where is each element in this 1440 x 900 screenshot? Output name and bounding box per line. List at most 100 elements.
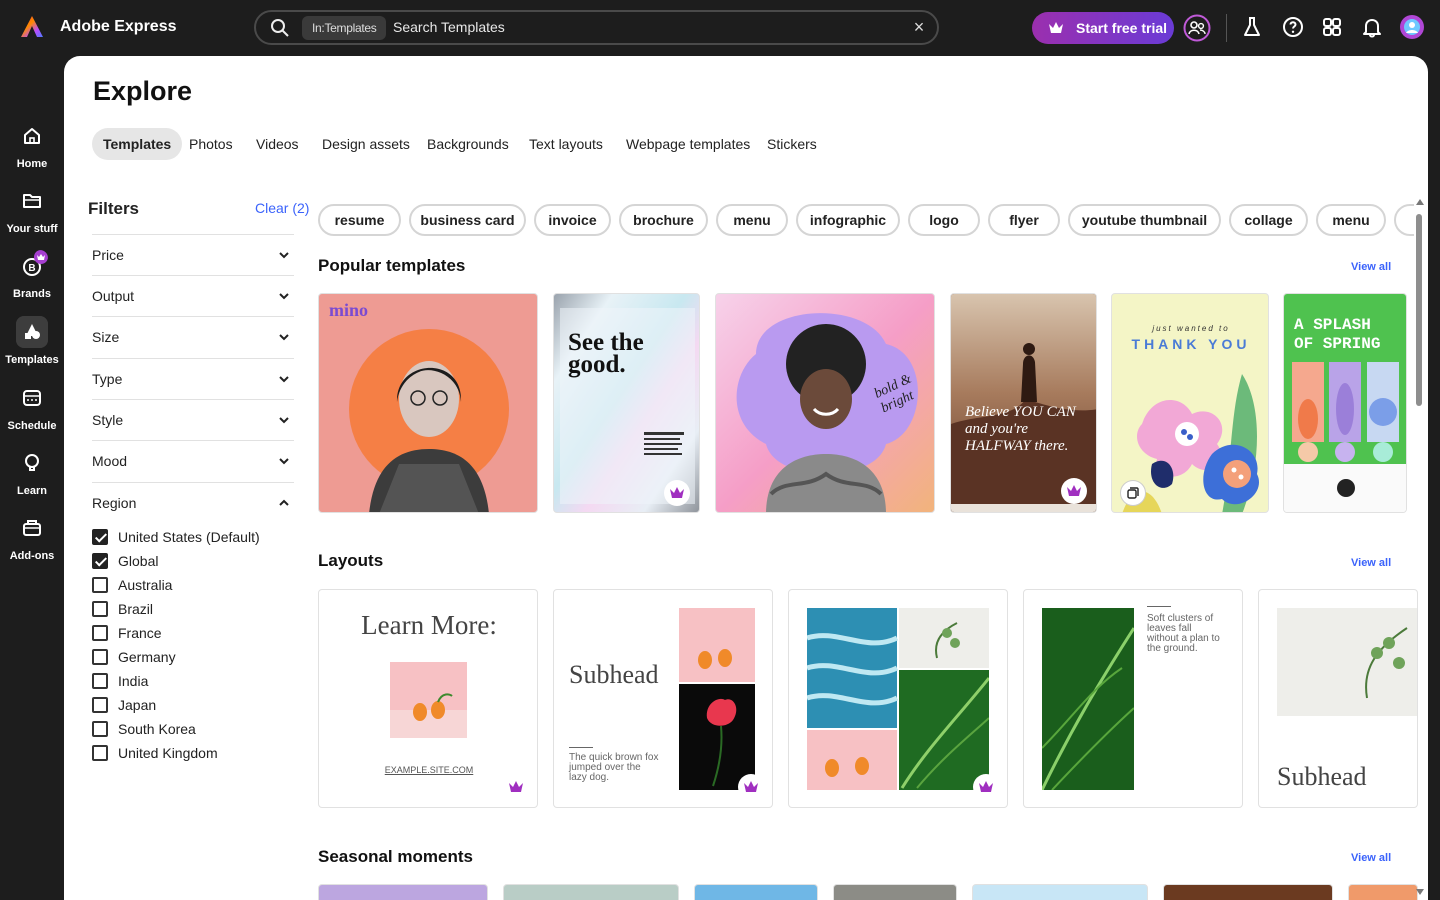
filter-size[interactable]: Size: [92, 316, 294, 357]
filter-region-label: Region: [92, 495, 137, 511]
region-checkbox[interactable]: Brazil: [92, 599, 153, 619]
popular-view-all-link[interactable]: View all: [1351, 261, 1391, 273]
rail-label-learn: Learn: [17, 485, 47, 497]
template-card[interactable]: See the good.: [553, 293, 700, 513]
labs-flask-icon[interactable]: [1239, 14, 1265, 40]
seasonal-card[interactable]: [972, 884, 1148, 900]
filter-mood[interactable]: Mood: [92, 440, 294, 481]
checkbox[interactable]: [92, 529, 108, 545]
pill-business-card[interactable]: business card: [409, 204, 526, 236]
layout-card[interactable]: Soft clusters of leaves fall without a p…: [1023, 589, 1243, 808]
adobe-express-logo[interactable]: [20, 15, 44, 39]
premium-badge: [1061, 478, 1087, 504]
vertical-scrollbar-thumb[interactable]: [1416, 214, 1422, 406]
tab-videos[interactable]: Videos: [245, 128, 310, 160]
search-bar[interactable]: In:Templates Search Templates ×: [254, 10, 939, 45]
tab-design-assets[interactable]: Design assets: [311, 128, 421, 160]
checkbox[interactable]: [92, 697, 108, 713]
pill-more[interactable]: [1394, 204, 1414, 236]
pill-flyer[interactable]: flyer: [988, 204, 1060, 236]
filter-price[interactable]: Price: [92, 234, 294, 275]
region-checkbox[interactable]: Germany: [92, 647, 176, 667]
checkbox[interactable]: [92, 601, 108, 617]
template-card[interactable]: Believe YOU CAN and you're HALFWAY there…: [950, 293, 1097, 513]
filter-region[interactable]: Region: [92, 482, 294, 523]
search-scope-chip[interactable]: In:Templates: [302, 16, 387, 40]
pill-youtube-thumbnail[interactable]: youtube thumbnail: [1068, 204, 1221, 236]
region-checkbox[interactable]: United Kingdom: [92, 743, 218, 763]
pill-menu-2[interactable]: menu: [1316, 204, 1386, 236]
seasonal-card[interactable]: [1163, 884, 1333, 900]
checkbox[interactable]: [92, 553, 108, 569]
checkbox[interactable]: [92, 673, 108, 689]
region-checkbox[interactable]: France: [92, 623, 162, 643]
rail-item-home[interactable]: Home: [0, 120, 64, 170]
checkbox[interactable]: [92, 649, 108, 665]
seasonal-card[interactable]: [318, 884, 488, 900]
template-card[interactable]: bold & bright: [715, 293, 935, 513]
region-checkbox[interactable]: United States (Default): [92, 527, 260, 547]
checkbox[interactable]: [92, 745, 108, 761]
template-card[interactable]: just wanted to THANK YOU: [1111, 293, 1269, 513]
tab-text-layouts[interactable]: Text layouts: [518, 128, 614, 160]
region-checkbox[interactable]: South Korea: [92, 719, 196, 739]
rail-item-learn[interactable]: Learn: [0, 447, 64, 497]
user-avatar[interactable]: [1399, 14, 1425, 40]
region-checkbox[interactable]: India: [92, 671, 148, 691]
pill-invoice[interactable]: invoice: [534, 204, 611, 236]
layout-card[interactable]: [788, 589, 1008, 808]
region-checkbox[interactable]: Global: [92, 551, 158, 571]
clear-search-icon[interactable]: ×: [909, 17, 929, 37]
tab-templates[interactable]: Templates: [92, 128, 183, 160]
pill-resume[interactable]: resume: [318, 204, 401, 236]
rail-item-brands[interactable]: B Brands: [0, 250, 64, 300]
layouts-view-all-link[interactable]: View all: [1351, 557, 1391, 569]
checkbox[interactable]: [92, 721, 108, 737]
seasonal-card[interactable]: [503, 884, 679, 900]
notifications-bell-icon[interactable]: [1359, 14, 1385, 40]
filter-type[interactable]: Type: [92, 358, 294, 399]
template-card[interactable]: A SPLASH OF SPRING: [1283, 293, 1407, 513]
crown-icon: [670, 487, 684, 498]
pill-infographic[interactable]: infographic: [796, 204, 900, 236]
tab-webpage-templates[interactable]: Webpage templates: [615, 128, 761, 160]
rail-item-templates[interactable]: Templates: [0, 316, 64, 366]
pill-brochure[interactable]: brochure: [619, 204, 708, 236]
community-icon[interactable]: [1183, 14, 1211, 42]
search-input[interactable]: Search Templates: [393, 19, 505, 35]
checkbox[interactable]: [92, 625, 108, 641]
scroll-up-arrow-icon[interactable]: [1415, 198, 1425, 206]
pill-collage[interactable]: collage: [1229, 204, 1308, 236]
rail-item-your-stuff[interactable]: Your stuff: [0, 185, 64, 235]
start-free-trial-button[interactable]: Start free trial: [1032, 12, 1174, 44]
clear-filters-link[interactable]: Clear (2): [255, 200, 309, 216]
rail-item-add-ons[interactable]: Add-ons: [0, 512, 64, 562]
help-icon[interactable]: [1280, 14, 1306, 40]
pill-menu[interactable]: menu: [716, 204, 788, 236]
filter-style[interactable]: Style: [92, 399, 294, 440]
region-label: France: [118, 625, 162, 641]
layout-card[interactable]: Subhead: [1258, 589, 1418, 808]
scroll-down-arrow-icon[interactable]: [1415, 888, 1425, 896]
template-card[interactable]: mino: [318, 293, 538, 513]
seasonal-card[interactable]: [833, 884, 957, 900]
seasonal-card[interactable]: [1348, 884, 1418, 900]
region-label: Brazil: [118, 601, 154, 617]
region-checkbox[interactable]: Australia: [92, 575, 172, 595]
crown-icon: [509, 781, 523, 792]
rail-item-schedule[interactable]: Schedule: [0, 382, 64, 432]
layout-card[interactable]: Subhead The quick brown fox jumped over …: [553, 589, 773, 808]
region-label: United Kingdom: [118, 745, 218, 761]
region-checkbox[interactable]: Japan: [92, 695, 156, 715]
pill-logo[interactable]: logo: [908, 204, 980, 236]
filter-output[interactable]: Output: [92, 275, 294, 316]
checkbox[interactable]: [92, 577, 108, 593]
tab-backgrounds[interactable]: Backgrounds: [416, 128, 520, 160]
apps-grid-icon[interactable]: [1319, 14, 1345, 40]
seasonal-card[interactable]: [694, 884, 818, 900]
layout-card[interactable]: Learn More: EXAMPLE.SITE.COM: [318, 589, 538, 808]
tab-photos[interactable]: Photos: [178, 128, 244, 160]
tab-stickers[interactable]: Stickers: [756, 128, 828, 160]
start-free-trial-label: Start free trial: [1076, 20, 1168, 36]
seasonal-view-all-link[interactable]: View all: [1351, 852, 1391, 864]
